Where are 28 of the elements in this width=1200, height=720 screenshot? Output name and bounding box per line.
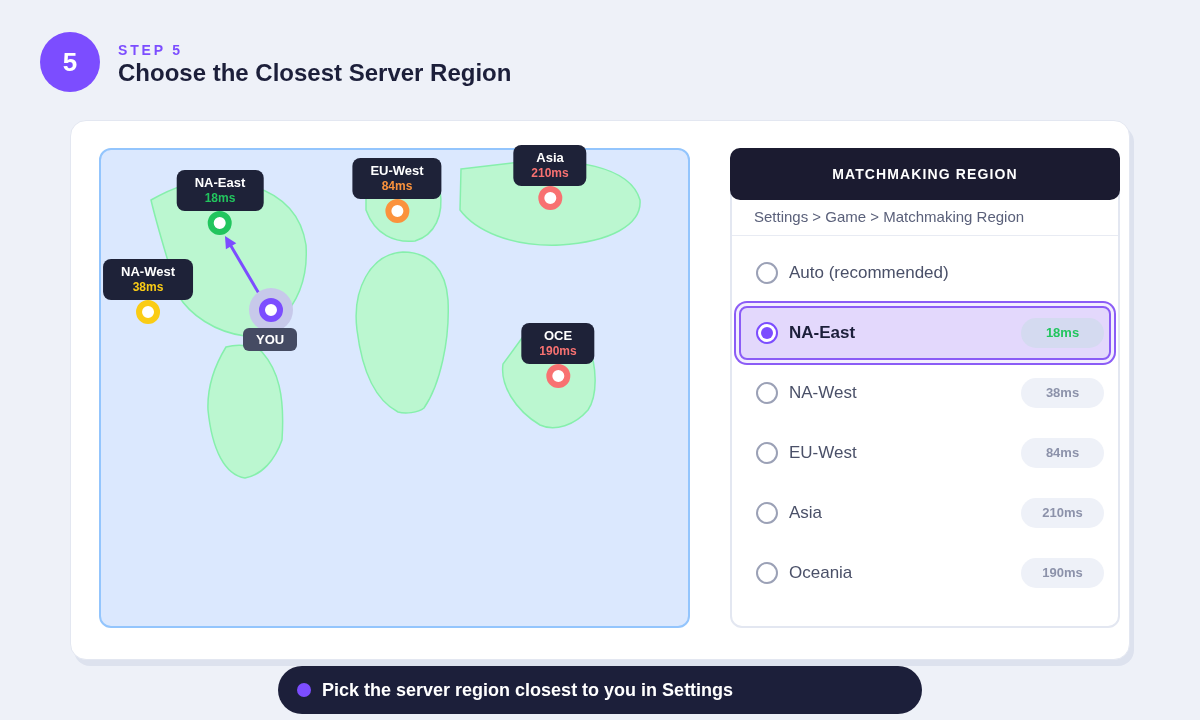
radio-icon	[756, 562, 778, 584]
radio-icon	[756, 502, 778, 524]
latency-value: 84ms	[1021, 438, 1104, 468]
server-name: Asia	[536, 150, 564, 166]
server-name: NA-East	[194, 175, 246, 191]
hint-text: Pick the server region closest to you in Settings	[322, 678, 734, 702]
page-title: Choose the Closest Server Region	[118, 58, 512, 88]
step-number: 5	[40, 32, 100, 92]
radio-icon	[756, 262, 778, 284]
step-label: STEP 5	[118, 42, 184, 58]
latency-value: 190ms	[1021, 558, 1104, 588]
radio-icon	[756, 322, 778, 344]
server-name: NA-West	[121, 264, 175, 280]
latency-text: 210ms	[531, 166, 569, 181]
latency-text: 18ms	[204, 191, 236, 206]
latency-text: 84ms	[381, 179, 413, 194]
latency-text: 38ms	[132, 280, 164, 295]
latency-value: 18ms	[1021, 318, 1104, 348]
server-name: OCE	[543, 328, 573, 344]
breadcrumb: Settings > Game > Matchmaking Region	[754, 207, 1025, 228]
radio-icon	[756, 442, 778, 464]
latency-value: 210ms	[1021, 498, 1104, 528]
you-label: YOU	[243, 328, 298, 351]
server-name: EU-West	[370, 163, 424, 179]
radio-icon	[756, 382, 778, 404]
latency-text: 190ms	[539, 344, 577, 359]
latency-value: 38ms	[1021, 378, 1104, 408]
panel-title: MATCHMAKING REGION	[832, 164, 1018, 184]
